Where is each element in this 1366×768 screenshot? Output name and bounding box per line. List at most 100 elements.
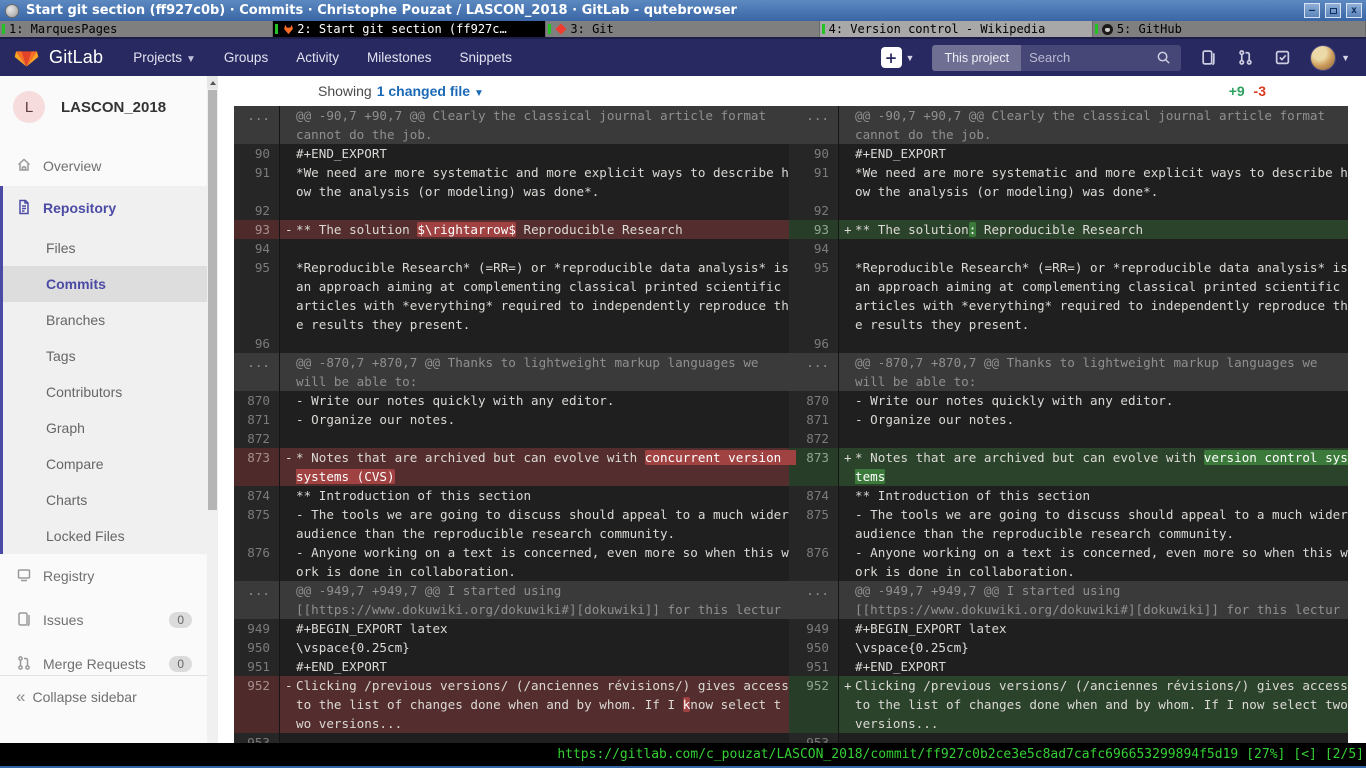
line-number-new[interactable]: 872 — [789, 429, 839, 448]
sidebar-item-graph[interactable]: Graph — [3, 410, 207, 446]
line-number-old[interactable]: 875 — [234, 505, 280, 543]
diff-row: 96 96 — [234, 334, 1348, 353]
diff-row: ...@@ -90,7 +90,7 @@ Clearly the classic… — [234, 106, 1348, 144]
statusbar-history-indicator: [<] — [1293, 747, 1316, 762]
caret-down-icon: ▼ — [474, 88, 484, 99]
line-number-old[interactable]: 876 — [234, 543, 280, 581]
git-favicon-icon — [555, 23, 567, 35]
sidebar-item-compare[interactable]: Compare — [3, 446, 207, 482]
line-number-new[interactable]: 875 — [789, 505, 839, 543]
sidebar-item-charts[interactable]: Charts — [3, 482, 207, 518]
browser-tab-5[interactable]: 5: GitHub — [1093, 21, 1366, 37]
project-header[interactable]: L LASCON_2018 — [0, 76, 207, 123]
line-number-new[interactable]: 870 — [789, 391, 839, 410]
line-number-old[interactable]: 93 — [234, 220, 280, 239]
issues-nav-icon[interactable] — [1199, 48, 1218, 67]
diff-line-old — [280, 239, 789, 258]
diff-row: 872 872 — [234, 429, 1348, 448]
merge-requests-count-badge: 0 — [169, 656, 192, 672]
line-number-old[interactable]: 873 — [234, 448, 280, 486]
sidebar-item-branches[interactable]: Branches — [3, 302, 207, 338]
line-number-new[interactable]: 90 — [789, 144, 839, 163]
new-menu[interactable]: + ▼ — [881, 47, 915, 68]
scrollbar-thumb[interactable] — [208, 90, 217, 510]
line-number-old[interactable]: 951 — [234, 657, 280, 676]
navbar-link-milestones[interactable]: Milestones — [367, 50, 432, 65]
todos-nav-icon[interactable] — [1273, 48, 1292, 67]
navbar-link-activity[interactable]: Activity — [296, 50, 339, 65]
sidebar-item-issues[interactable]: Issues 0 — [0, 598, 207, 642]
sidebar-item-label: Repository — [43, 200, 116, 216]
scrollbar-up-arrow[interactable] — [207, 76, 218, 89]
line-number-old[interactable]: 96 — [234, 334, 280, 353]
line-number-new[interactable]: 96 — [789, 334, 839, 353]
diff-line-old: - Write our notes quickly with any edito… — [280, 391, 789, 410]
line-number-old[interactable]: 91 — [234, 163, 280, 201]
close-button[interactable]: x — [1346, 3, 1362, 18]
diff-row: 874** Introduction of this section874** … — [234, 486, 1348, 505]
merge-requests-nav-icon[interactable] — [1236, 48, 1255, 67]
line-number-old[interactable]: 952 — [234, 676, 280, 733]
navbar-link-projects[interactable]: Projects▼ — [133, 50, 196, 65]
line-number-old[interactable]: 950 — [234, 638, 280, 657]
user-menu[interactable]: ▼ — [1310, 45, 1350, 71]
qutebrowser-window: Start git section (ff927c0b) · Commits ·… — [0, 0, 1366, 768]
line-number-new[interactable]: 952 — [789, 676, 839, 733]
sidebar-item-label: Merge Requests — [43, 656, 146, 672]
merge-request-icon — [16, 655, 32, 674]
line-number-old: ... — [234, 581, 280, 619]
sidebar-item-locked-files[interactable]: Locked Files — [3, 518, 207, 554]
line-number-new[interactable]: 876 — [789, 543, 839, 581]
line-number-new[interactable]: 874 — [789, 486, 839, 505]
diff-line-new: #+BEGIN_EXPORT latex — [839, 619, 1348, 638]
search-input[interactable]: Search — [1021, 45, 1181, 71]
line-number-new[interactable]: 951 — [789, 657, 839, 676]
browser-tab-4[interactable]: 4: Version control - Wikipedia — [820, 21, 1093, 37]
line-number-new[interactable]: 92 — [789, 201, 839, 220]
line-number-old[interactable]: 95 — [234, 258, 280, 334]
sidebar-item-label: Issues — [43, 612, 83, 628]
line-number-new[interactable]: 95 — [789, 258, 839, 334]
gitlab-brand[interactable]: GitLab — [14, 43, 103, 73]
line-number-new[interactable]: 950 — [789, 638, 839, 657]
sidebar-item-repository[interactable]: Repository — [3, 186, 207, 230]
browser-tab-3[interactable]: 3: Git — [546, 21, 819, 37]
line-number-old[interactable]: 94 — [234, 239, 280, 258]
maximize-button[interactable] — [1325, 3, 1341, 18]
line-number-new[interactable]: 949 — [789, 619, 839, 638]
minimize-button[interactable]: – — [1304, 3, 1320, 18]
line-number-old[interactable]: 90 — [234, 144, 280, 163]
diff-stats: +9 -3 — [1229, 83, 1266, 99]
diff-line-new: - Anyone working on a text is concerned,… — [839, 543, 1348, 581]
changed-files-link[interactable]: 1 changed file ▼ — [377, 83, 484, 99]
line-number-new[interactable]: 873 — [789, 448, 839, 486]
line-number-old[interactable]: 871 — [234, 410, 280, 429]
page-scrollbar[interactable] — [207, 76, 218, 743]
line-number-new[interactable]: 94 — [789, 239, 839, 258]
sidebar-item-contributors[interactable]: Contributors — [3, 374, 207, 410]
line-number-old[interactable]: 949 — [234, 619, 280, 638]
navbar-link-snippets[interactable]: Snippets — [460, 50, 513, 65]
diff-line-new: - The tools we are going to discuss shou… — [839, 505, 1348, 543]
browser-tab-2[interactable]: 2: Start git section (ff927c… — [273, 21, 546, 37]
line-number-new[interactable]: 91 — [789, 163, 839, 201]
line-number-new[interactable]: 93 — [789, 220, 839, 239]
line-number-old[interactable]: 872 — [234, 429, 280, 448]
sidebar-item-commits[interactable]: Commits — [3, 266, 207, 302]
search-scope-badge[interactable]: This project — [932, 45, 1021, 71]
sidebar-item-tags[interactable]: Tags — [3, 338, 207, 374]
line-number-old[interactable]: 870 — [234, 391, 280, 410]
gitlab-logo-icon — [14, 43, 39, 73]
line-number-old[interactable]: 874 — [234, 486, 280, 505]
tab-label: 2: Start git section (ff927c… — [297, 22, 507, 36]
gitlab-wordmark: GitLab — [49, 47, 103, 68]
navbar-link-groups[interactable]: Groups — [224, 50, 268, 65]
diff-line-old: #+END_EXPORT — [280, 657, 789, 676]
line-number-new[interactable]: 871 — [789, 410, 839, 429]
collapse-sidebar-button[interactable]: « Collapse sidebar — [0, 675, 207, 718]
browser-tab-1[interactable]: 1: MarquesPages — [0, 21, 273, 37]
sidebar-item-registry[interactable]: Registry — [0, 554, 207, 598]
sidebar-item-files[interactable]: Files — [3, 230, 207, 266]
sidebar-item-overview[interactable]: Overview — [0, 146, 207, 186]
line-number-old[interactable]: 92 — [234, 201, 280, 220]
